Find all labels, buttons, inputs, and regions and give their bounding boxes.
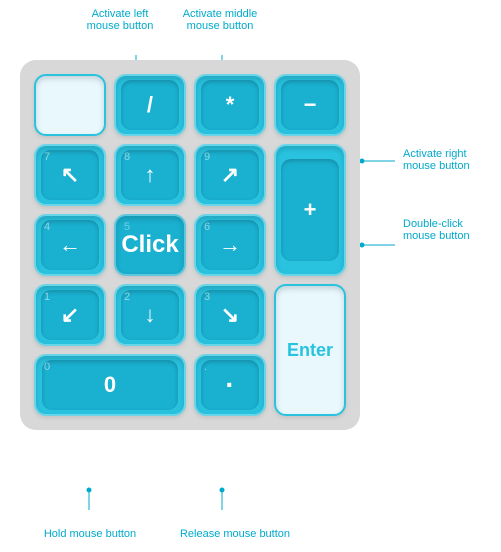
key-click[interactable]: 5 Click — [114, 214, 186, 276]
key-pgup[interactable]: 9 ↗ — [194, 144, 266, 206]
key-pgdn[interactable]: 3 ↘ — [194, 284, 266, 346]
key-empty[interactable] — [34, 74, 106, 136]
key-subtract[interactable]: − — [274, 74, 346, 136]
key-divide[interactable]: / — [114, 74, 186, 136]
key-home[interactable]: 7 ↖ — [34, 144, 106, 206]
annotation-dblclick-mouse: Double-clickmouse button — [403, 218, 493, 242]
key-up[interactable]: 8 ↑ — [114, 144, 186, 206]
key-decimal[interactable]: . · — [194, 354, 266, 416]
key-end[interactable]: 1 ↙ — [34, 284, 106, 346]
key-down[interactable]: 2 ↓ — [114, 284, 186, 346]
key-multiply[interactable]: * — [194, 74, 266, 136]
key-zero[interactable]: 0 0 — [34, 354, 186, 416]
key-enter[interactable]: Enter — [274, 284, 346, 416]
key-add[interactable]: + — [274, 144, 346, 276]
annotation-release-mouse: Release mouse button — [170, 528, 300, 540]
key-right[interactable]: 6 → — [194, 214, 266, 276]
annotation-left-mouse: Activate left mouse button — [80, 8, 160, 32]
annotation-hold-mouse: Hold mouse button — [30, 528, 150, 540]
keypad: / * − 7 ↖ 8 ↑ 9 ↗ + — [20, 60, 360, 430]
key-left[interactable]: 4 ← — [34, 214, 106, 276]
annotation-middle-mouse: Activate middle mouse button — [176, 8, 264, 32]
annotation-right-mouse: Activate rightmouse button — [403, 148, 493, 172]
